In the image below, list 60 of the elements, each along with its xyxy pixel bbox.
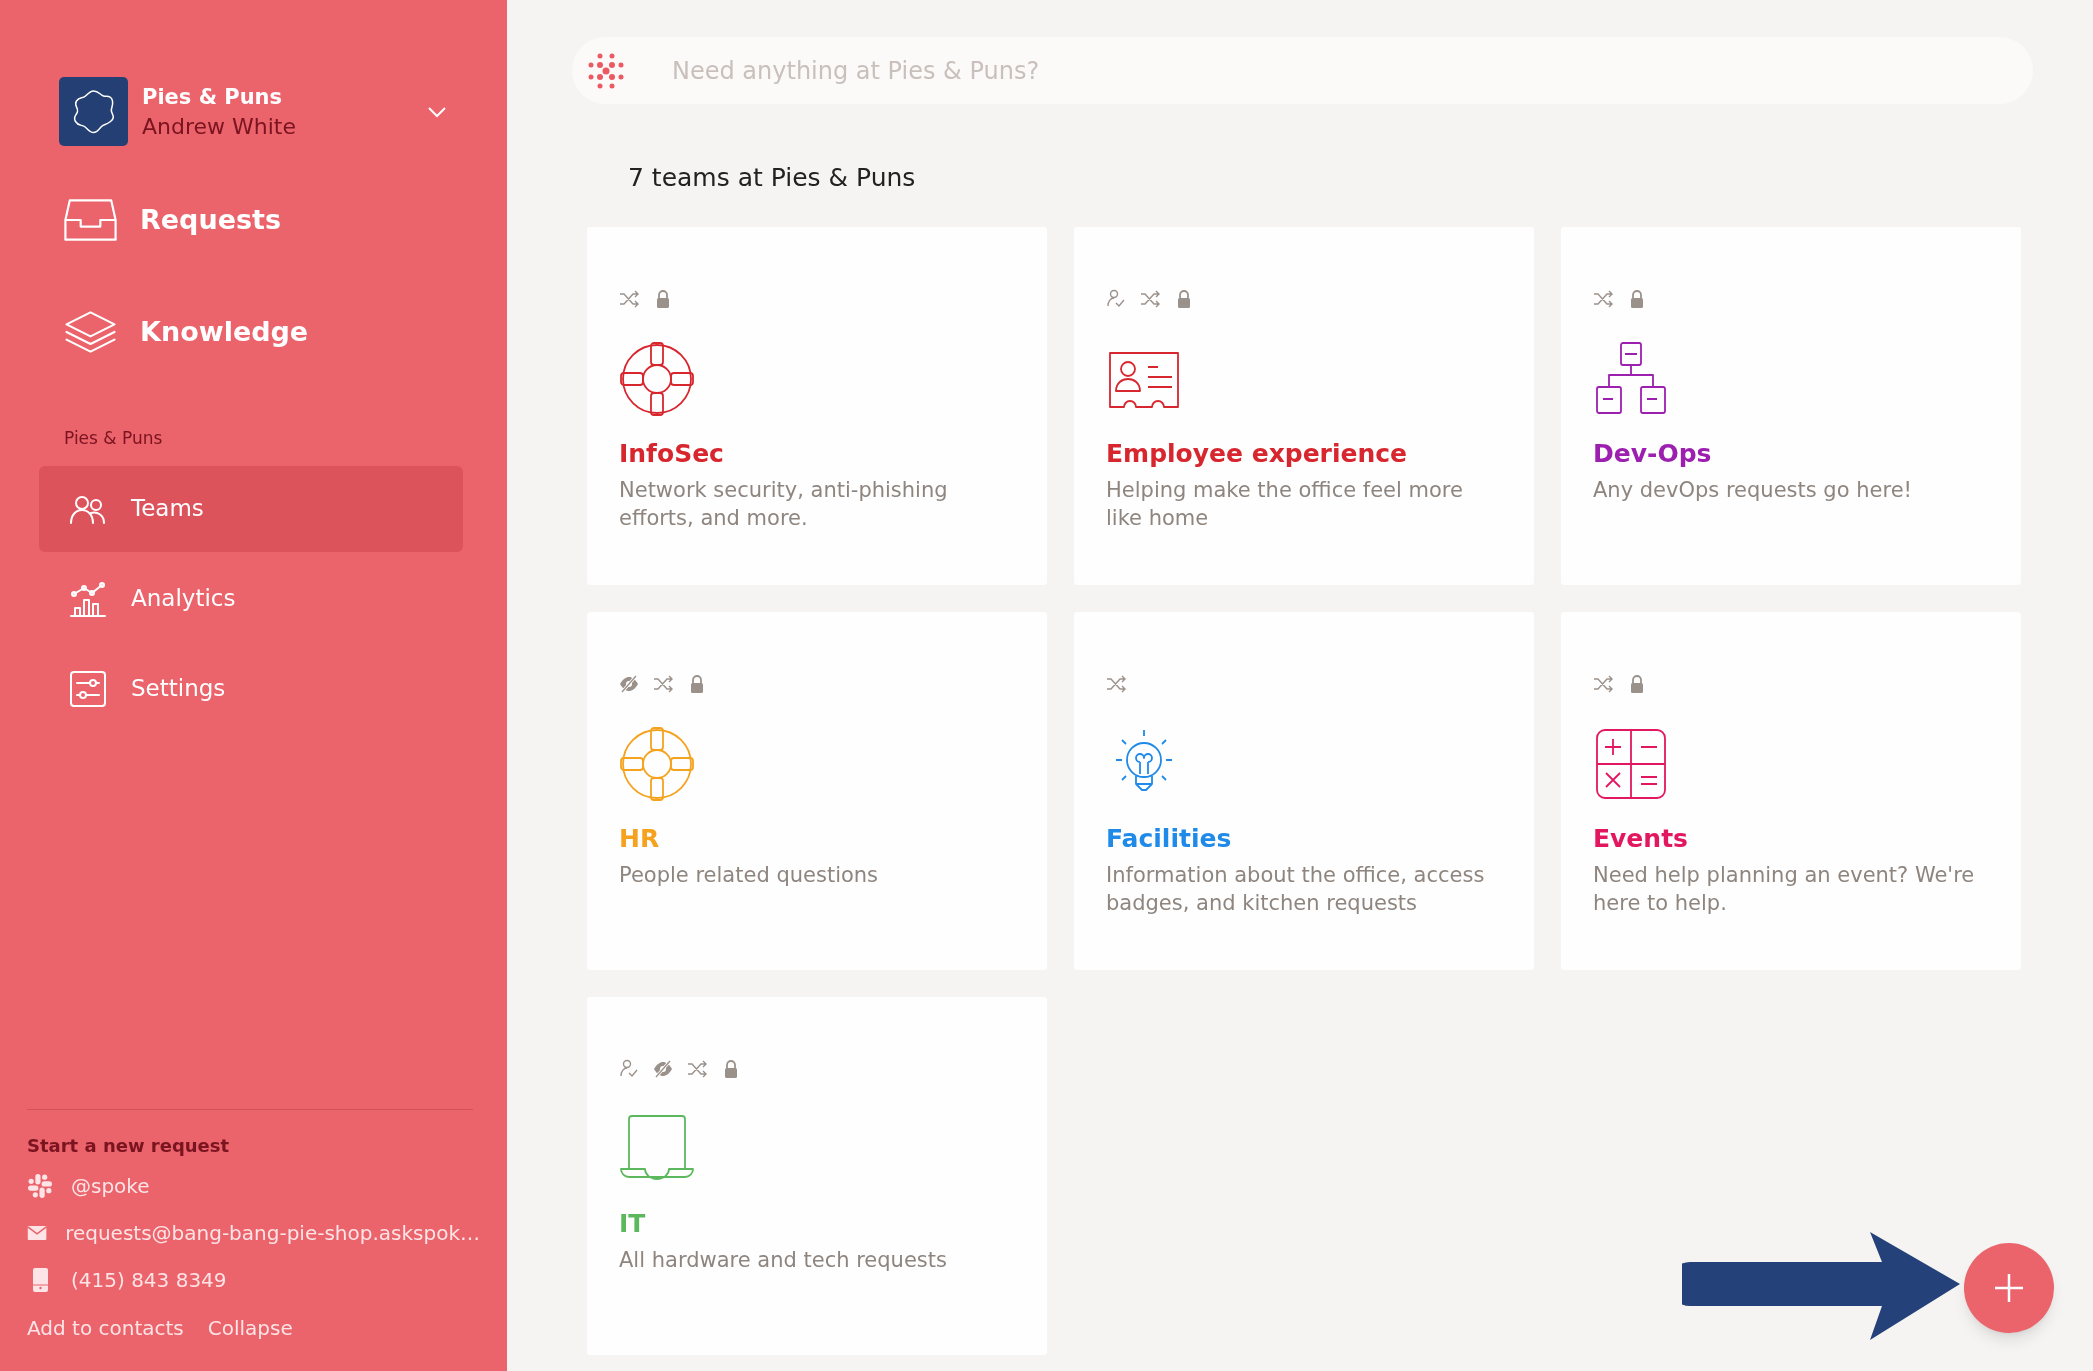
team-description: Any devOps requests go here! [1593, 477, 1913, 504]
teams-heading: 7 teams at Pies & Puns [628, 162, 917, 194]
chevron-down-icon[interactable] [427, 105, 447, 118]
lifebuoy-icon [619, 340, 695, 417]
sidebar-item[interactable]: Analytics [39, 555, 463, 642]
search-field[interactable]: Need anything at Pies & Puns? [572, 37, 2033, 104]
search-input: Need anything at Pies & Puns? [672, 52, 2033, 89]
person-check-icon [1106, 288, 1126, 309]
flower-logo-icon [59, 77, 128, 146]
sliders-icon [69, 669, 107, 708]
team-card[interactable]: InfoSec Network security, anti-phishing efforts, and more. [587, 226, 1047, 585]
team-description: Helping make the office feel more like home [1106, 477, 1464, 532]
shuffle-icon [653, 673, 673, 694]
footer-link[interactable]: Add to contacts [27, 1313, 184, 1343]
team-name: Dev-Ops [1593, 437, 1713, 470]
shuffle-icon [619, 288, 639, 309]
contact-text: requests@bang-bang-pie-shop.askspok… [65, 1220, 480, 1247]
team-card[interactable]: HR People related questions [587, 611, 1047, 970]
sidebar-item[interactable]: Settings [39, 645, 463, 732]
shuffle-icon [687, 1058, 707, 1079]
team-name: Employee experience [1106, 437, 1409, 470]
team-card[interactable]: Dev-Ops Any devOps requests go here! [1561, 226, 2021, 585]
eye-slash-icon [619, 673, 639, 694]
team-name: HR [619, 822, 661, 855]
shuffle-icon [1106, 673, 1126, 694]
section-label: Pies & Puns [64, 427, 164, 450]
team-card[interactable]: Events Need help planning an event? We're here to help. [1561, 611, 2021, 970]
shuffle-icon [1140, 288, 1160, 309]
team-card[interactable]: IT All hardware and tech requests [587, 996, 1047, 1355]
nav-link[interactable]: Knowledge [63, 308, 309, 356]
contact-heading: Start a new request [27, 1134, 231, 1158]
team-card[interactable]: Employee experience Helping make the office feel more like home [1074, 226, 1534, 585]
eye-slash-icon [653, 1058, 673, 1079]
team-name: Facilities [1106, 822, 1233, 855]
stacked-layers-icon [63, 308, 118, 356]
inbox-tray-icon [63, 196, 118, 244]
shuffle-icon [1593, 288, 1613, 309]
team-name: InfoSec [619, 437, 725, 470]
team-name: IT [619, 1207, 647, 1240]
team-card[interactable]: Facilities Information about the office, access badges, and kitchen requests [1074, 611, 1534, 970]
pinwheel-icon [27, 1173, 53, 1199]
user-name: Andrew White [142, 112, 296, 141]
team-description: Need help planning an event? We're here to help. [1593, 862, 1976, 917]
person-check-icon [619, 1058, 639, 1079]
shuffle-icon [1593, 673, 1613, 694]
team-name: Events [1593, 822, 1689, 855]
sidebar-item[interactable]: Teams [39, 465, 463, 552]
org-chart-icon [1593, 340, 1669, 417]
workspace-name: Pies & Puns [142, 83, 284, 111]
team-description: Network security, anti-phishing efforts, and more. [619, 477, 949, 532]
lifebuoy-icon [619, 725, 695, 802]
contact-text: (415) 843 8349 [71, 1267, 227, 1294]
nav-link[interactable]: Requests [63, 196, 281, 244]
bar-line-chart-icon [69, 579, 107, 618]
footer-link[interactable]: Collapse [207, 1313, 293, 1343]
contact-text: @spoke [71, 1173, 150, 1200]
team-description: Information about the office, access badges, and kitchen requests [1106, 862, 1486, 917]
team-description: All hardware and tech requests [619, 1247, 948, 1274]
plus-icon [1994, 1273, 2024, 1303]
team-description: People related questions [619, 862, 880, 889]
